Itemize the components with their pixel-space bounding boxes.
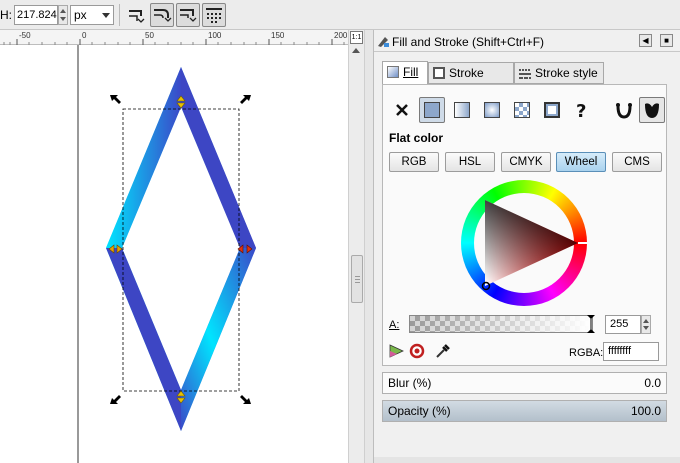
swatch-icon: [544, 102, 560, 118]
pattern-icon: [514, 102, 530, 118]
rgba-input[interactable]: ffffffff: [603, 342, 659, 361]
blur-slider[interactable]: Blur (%) 0.0: [382, 372, 667, 394]
transform-gradients-button[interactable]: [176, 3, 200, 27]
question-icon: ?: [576, 101, 586, 122]
blur-label: Blur (%): [388, 376, 432, 390]
rgba-label: RGBA:: [569, 347, 604, 359]
tab-stroke-paint[interactable]: Stroke paint: [428, 62, 514, 100]
scale-corners-icon: [154, 9, 172, 22]
height-spinner[interactable]: [58, 5, 68, 25]
flat-color-button[interactable]: [419, 97, 445, 123]
scale-stroke-icon: [129, 10, 145, 23]
alpha-spinner[interactable]: [641, 315, 651, 334]
stroke-style-tab-icon: [519, 69, 531, 79]
fill-rule-nonzero-button[interactable]: [639, 97, 665, 123]
flat-color-icon: [424, 102, 440, 118]
tool-controls-bar: H: 217.824 px: [0, 0, 680, 30]
panel-title: Fill and Stroke (Shift+Ctrl+F): [392, 35, 545, 49]
radial-gradient-icon: [484, 102, 500, 118]
panel-iconify-button[interactable]: ◀: [639, 34, 652, 47]
radial-gradient-button[interactable]: [479, 97, 505, 123]
scrollbar-thumb[interactable]: [351, 255, 363, 303]
diamond-shape[interactable]: [106, 67, 256, 431]
ruler-label: 0: [82, 31, 87, 40]
fill-tab-icon: [387, 66, 399, 78]
svg-text:?: ?: [576, 101, 586, 122]
fill-tab-content: ? Flat color RGB HSL CMYK Wheel CMS A: 2…: [382, 84, 667, 366]
linear-gradient-button[interactable]: [449, 97, 475, 123]
toolbar-separator: [119, 4, 120, 26]
transform-gradients-icon: [180, 9, 197, 22]
mode-cmyk-button[interactable]: CMYK: [501, 152, 551, 172]
opacity-slider[interactable]: Opacity (%) 100.0: [382, 400, 667, 422]
panel-bottom-edge: [374, 457, 680, 463]
tab-fill[interactable]: Fill: [382, 61, 428, 85]
height-input[interactable]: 217.824: [14, 5, 58, 25]
no-paint-button[interactable]: [389, 97, 415, 123]
ruler-label: -50: [19, 31, 31, 40]
swatch-button[interactable]: [539, 97, 565, 123]
unit-value: px: [74, 8, 87, 22]
ruler-label: 50: [145, 31, 154, 40]
canvas-drawing: [77, 45, 256, 463]
close-icon: [396, 104, 408, 116]
mode-rgb-button[interactable]: RGB: [389, 152, 439, 172]
tab-fill-label: Fill: [403, 65, 419, 79]
panel-close-button[interactable]: ■: [660, 34, 673, 47]
tab-stroke-style[interactable]: Stroke style: [514, 62, 604, 84]
horizontal-ruler: -50 0 50 100 150 200: [0, 30, 348, 45]
alpha-slider-handle[interactable]: [586, 315, 596, 333]
stroke-paint-tab-icon: [433, 67, 445, 79]
unset-paint-button[interactable]: ?: [569, 97, 595, 123]
ruler-label: 100: [208, 31, 222, 40]
alpha-input[interactable]: 255: [605, 315, 641, 334]
evenodd-icon: [616, 103, 632, 119]
drawing-canvas[interactable]: [0, 45, 348, 463]
fill-stroke-icon: [378, 37, 389, 47]
color-managed-icon[interactable]: [389, 343, 405, 359]
pattern-button[interactable]: [509, 97, 535, 123]
opacity-label: Opacity (%): [388, 404, 451, 418]
ruler-label: 150: [271, 31, 285, 40]
transform-patterns-icon: [206, 8, 222, 23]
opacity-value: 100.0: [630, 404, 661, 418]
out-of-gamut-icon[interactable]: [409, 343, 425, 359]
transform-patterns-button[interactable]: [202, 3, 226, 27]
fill-stroke-panel: Fill and Stroke (Shift+Ctrl+F) ◀ ■ Fill …: [374, 30, 680, 463]
color-picker-icon[interactable]: [435, 343, 451, 359]
blur-value: 0.0: [644, 376, 661, 390]
unit-select[interactable]: px: [70, 5, 114, 25]
mode-hsl-button[interactable]: HSL: [445, 152, 495, 172]
nonzero-icon: [645, 103, 659, 118]
dock-splitter[interactable]: [364, 30, 374, 463]
color-triangle[interactable]: [461, 180, 587, 306]
chevron-down-icon: [102, 13, 110, 18]
ruler-ticks: [3, 39, 345, 45]
vertical-scrollbar[interactable]: 1:1: [348, 30, 364, 463]
panel-header: Fill and Stroke (Shift+Ctrl+F) ◀ ■: [374, 30, 680, 52]
alpha-slider[interactable]: [409, 315, 596, 333]
ruler-label: 200: [334, 31, 348, 40]
mode-cms-button[interactable]: CMS: [612, 152, 662, 172]
tab-stroke-style-label: Stroke style: [535, 66, 598, 80]
alpha-label: A:: [389, 319, 400, 331]
mode-wheel-button[interactable]: Wheel: [556, 152, 606, 172]
flat-color-label: Flat color: [389, 131, 444, 145]
linear-gradient-icon: [454, 102, 470, 118]
scroll-up-icon[interactable]: [352, 48, 360, 53]
scale-stroke-button[interactable]: [124, 3, 148, 27]
height-label: H:: [0, 8, 12, 22]
zoom-1-1-button[interactable]: 1:1: [350, 31, 363, 44]
fill-rule-evenodd-button[interactable]: [611, 97, 637, 123]
scale-corners-button[interactable]: [150, 3, 174, 27]
